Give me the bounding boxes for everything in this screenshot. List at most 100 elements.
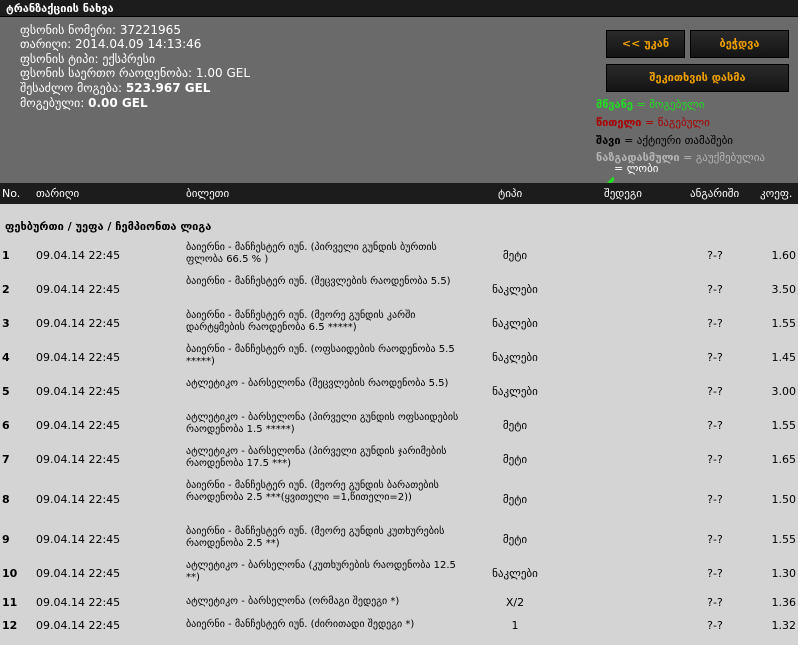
row-date: 09.04.14 22:45: [36, 351, 121, 364]
legend-check-meaning: = ლობი: [614, 162, 659, 175]
row-date: 09.04.14 22:45: [36, 385, 121, 398]
row-number: 1: [2, 249, 10, 262]
legend-green-meaning: = მოგებული: [633, 98, 705, 111]
row-type: ნაკლები: [492, 283, 538, 296]
header-date: თარიღი: [36, 187, 80, 200]
row-date: 09.04.14 22:45: [36, 596, 121, 609]
total-row: ფსონის საერთო რაოდენობა: 1.00 GEL: [20, 66, 250, 80]
bet-type-value: ექსპრესი: [102, 52, 156, 66]
row-result: ?-?: [707, 283, 723, 296]
row-result: ?-?: [707, 619, 723, 632]
possible-win-row: შესაძლო მოგება: 523.967 GEL: [20, 81, 210, 95]
legend-green: მწვანე = მოგებული: [596, 98, 704, 111]
row-type: მეტი: [502, 453, 528, 466]
row-odds: 1.55: [771, 533, 797, 546]
row-type: ნაკლები: [492, 385, 538, 398]
back-button[interactable]: << უკან: [606, 30, 685, 58]
row-bet: ბაიერნი - მანჩესტერ იუნ. (მეორე გუნდის კ…: [186, 310, 416, 333]
coupon-number-row: ფსონის ნომერი: 37221965: [20, 23, 181, 37]
date-row: თარიღი: 2014.04.09 14:13:46: [20, 37, 201, 51]
date-value: 2014.04.09 14:13:46: [74, 37, 202, 51]
row-type: მეტი: [502, 249, 528, 262]
possible-win-value: 523.967 GEL: [125, 81, 211, 95]
row-bet: ატლეტიკო - ბარსელონა (შეცვლების რაოდენობ…: [186, 378, 449, 389]
window-title: ტრანზაქციის ნახვა: [6, 2, 114, 15]
row-bet: ბაიერნი - მანჩესტერ იუნ. (ოფსაიდების რაო…: [186, 344, 455, 367]
row-result: ?-?: [707, 596, 723, 609]
row-type: მეტი: [502, 493, 528, 506]
total-label: ფსონის საერთო რაოდენობა:: [20, 66, 193, 80]
legend-black-word: შავი: [596, 134, 621, 147]
row-number: 11: [2, 596, 18, 609]
row-result: ?-?: [707, 351, 723, 364]
ask-question-button[interactable]: შეკითხვის დასმა: [606, 64, 789, 92]
row-odds: 1.36: [771, 596, 797, 609]
row-result: ?-?: [707, 533, 723, 546]
row-odds: 1.60: [771, 249, 797, 262]
header-score: ანგარიში: [690, 187, 740, 200]
row-date: 09.04.14 22:45: [36, 619, 121, 632]
row-type: ნაკლები: [492, 317, 538, 330]
header-odds: კოეფ.: [760, 187, 793, 200]
row-number: 6: [2, 419, 10, 432]
row-odds: 1.30: [771, 567, 797, 580]
header-type: ტიპი: [498, 187, 523, 200]
row-date: 09.04.14 22:45: [36, 533, 121, 546]
row-bet: ატლეტიკო - ბარსელონა (ორმაგი შედეგი *): [186, 596, 400, 607]
legend-red-meaning: = წაგებული: [641, 116, 710, 129]
row-number: 3: [2, 317, 10, 330]
won-value: 0.00 GEL: [88, 96, 148, 110]
row-date: 09.04.14 22:45: [36, 249, 121, 262]
row-number: 10: [2, 567, 18, 580]
legend-red-word: წითელი: [596, 116, 642, 129]
row-bet: ატლეტიკო - ბარსელონა (პირველი გუნდის ოფს…: [186, 412, 459, 435]
row-odds: 1.55: [771, 419, 797, 432]
coupon-number-label: ფსონის ნომერი:: [20, 23, 117, 37]
row-result: ?-?: [707, 567, 723, 580]
row-date: 09.04.14 22:45: [36, 317, 121, 330]
row-odds: 1.45: [771, 351, 797, 364]
header-no: No.: [2, 187, 21, 200]
header-result: შედეგი: [604, 187, 642, 200]
row-result: ?-?: [707, 317, 723, 330]
row-odds: 1.50: [771, 493, 797, 506]
row-bet: ბაიერნი - მანჩესტერ იუნ. (პირველი გუნდის…: [186, 242, 437, 265]
info-panel: ფსონის ნომერი: 37221965 თარიღი: 2014.04.…: [0, 17, 798, 193]
won-row: მოგებული: 0.00 GEL: [20, 96, 148, 110]
row-date: 09.04.14 22:45: [36, 493, 121, 506]
row-bet: ატლეტიკო - ბარსელონა (პირველი გუნდის ჯარ…: [186, 446, 447, 469]
bet-type-row: ფსონის ტიპი: ექსპრესი: [20, 52, 155, 66]
row-number: 7: [2, 453, 10, 466]
row-bet: ატლეტიკო - ბარსელონა (კუთხურების რაოდენო…: [186, 560, 456, 583]
row-bet: ბაიერნი - მანჩესტერ იუნ. (ძირითადი შედეგ…: [186, 619, 415, 630]
row-odds: 3.00: [771, 385, 797, 398]
row-type: ნაკლები: [492, 567, 538, 580]
row-type: მეტი: [502, 419, 528, 432]
legend-gray-meaning: = გაუქმებულია: [679, 151, 765, 164]
print-button[interactable]: ბეჭდვა: [690, 30, 789, 58]
row-number: 5: [2, 385, 10, 398]
legend-black: შავი = აქტიური თამაშები: [596, 134, 733, 147]
legend-black-meaning: = აქტიური თამაშები: [620, 134, 733, 147]
row-number: 12: [2, 619, 18, 632]
row-date: 09.04.14 22:45: [36, 567, 121, 580]
row-date: 09.04.14 22:45: [36, 419, 121, 432]
row-bet: ბაიერნი - მანჩესტერ იუნ. (მეორე გუნდის კ…: [186, 526, 445, 549]
legend-green-word: მწვანე: [596, 98, 633, 111]
won-label: მოგებული:: [20, 96, 85, 110]
row-odds: 1.32: [771, 619, 797, 632]
total-value: 1.00 GEL: [195, 66, 251, 80]
row-result: ?-?: [707, 419, 723, 432]
row-number: 2: [2, 283, 10, 296]
row-bet: ბაიერნი - მანჩესტერ იუნ. (მეორე გუნდის ბ…: [186, 480, 439, 503]
table-header: No. თარიღი ბილეთი ტიპი შედეგი ანგარიში კ…: [0, 183, 798, 204]
row-type: X/2: [505, 596, 525, 609]
row-bet: ბაიერნი - მანჩესტერ იუნ. (შეცვლების რაოდ…: [186, 276, 451, 287]
coupon-number-value: 37221965: [119, 23, 181, 37]
legend-red: წითელი = წაგებული: [596, 116, 710, 129]
possible-win-label: შესაძლო მოგება:: [20, 81, 123, 95]
row-number: 4: [2, 351, 10, 364]
row-odds: 3.50: [771, 283, 797, 296]
row-result: ?-?: [707, 249, 723, 262]
row-number: 8: [2, 493, 10, 506]
